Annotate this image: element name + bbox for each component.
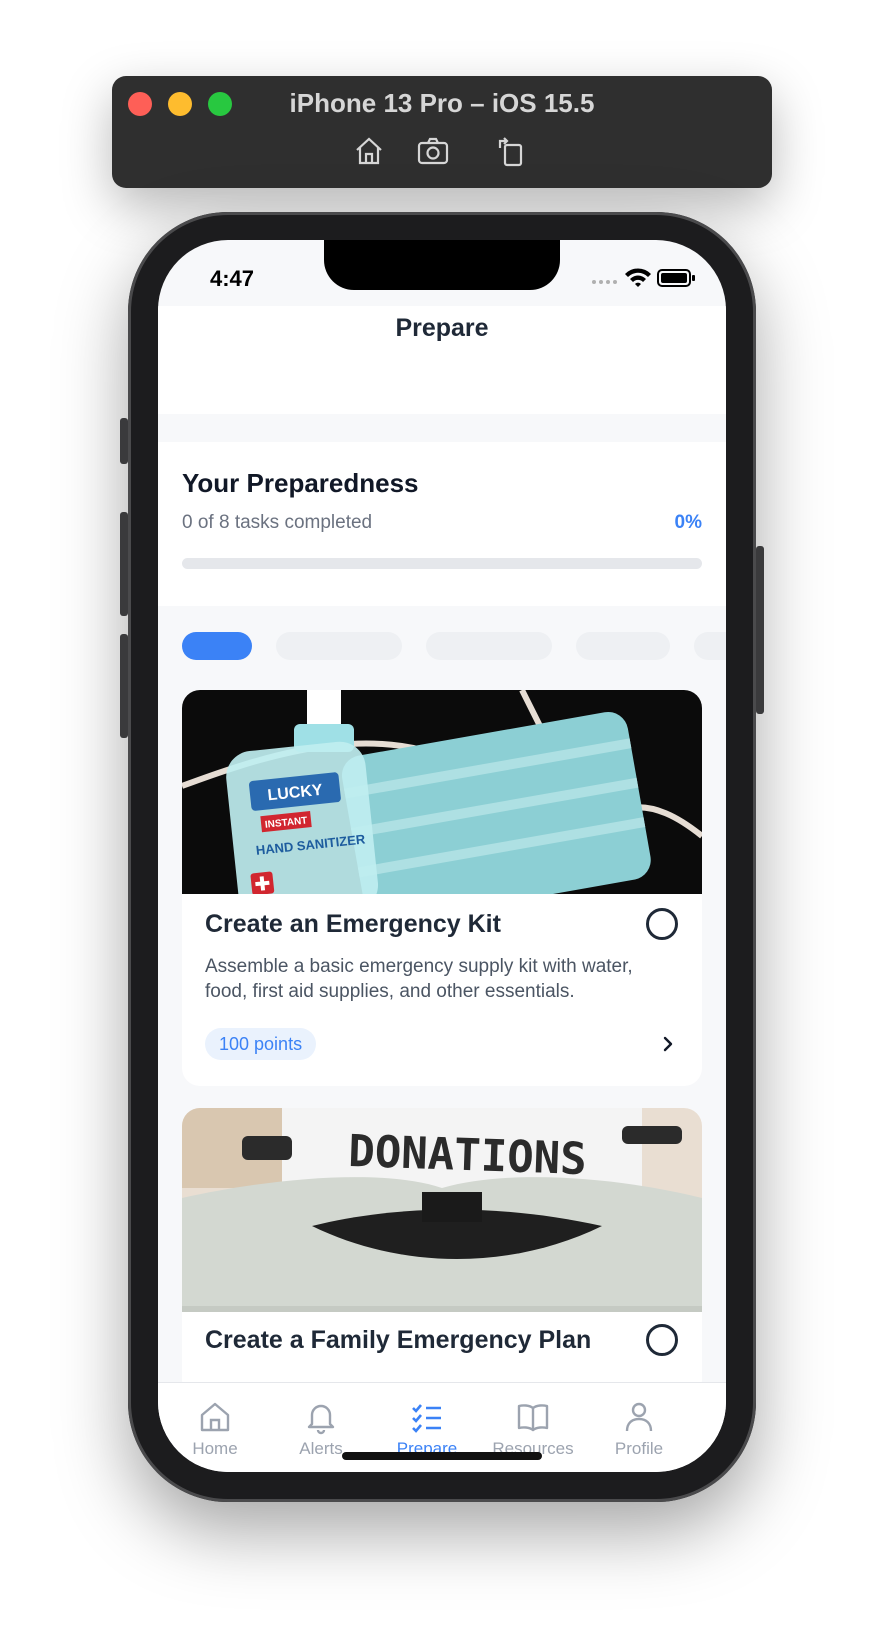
category-filter-chips <box>182 632 726 662</box>
task-complete-checkbox[interactable] <box>646 1324 678 1356</box>
category-chip[interactable] <box>576 632 670 660</box>
home-icon <box>200 1402 230 1432</box>
tab-label: Profile <box>614 1439 664 1458</box>
task-image-hand-sanitizer-and-mask: LUCKY INSTANT HAND SANITIZER <box>182 690 702 894</box>
task-image-typewriter-donations: DONATIONS <box>182 1108 702 1312</box>
category-chip[interactable] <box>276 632 402 660</box>
points-badge: 100 points <box>205 1028 317 1060</box>
book-icon <box>517 1404 549 1432</box>
nav-header: Prepare <box>158 306 726 414</box>
status-time: 4:47 <box>210 266 255 291</box>
preparedness-progress-bar <box>182 558 702 569</box>
tasks-completed-text: 0 of 8 tasks completed <box>182 512 373 533</box>
task-title: Create an Emergency Kit <box>205 910 501 938</box>
notch <box>324 240 560 290</box>
wifi-icon <box>625 268 651 287</box>
tab-label: Home <box>192 1439 238 1458</box>
cellular-icon <box>592 280 617 284</box>
home-icon[interactable] <box>352 134 386 168</box>
volume-up-button <box>120 512 128 616</box>
preparedness-summary: Your Preparedness 0 of 8 tasks completed… <box>158 442 726 606</box>
category-chip-active[interactable] <box>182 632 252 660</box>
chevron-right-icon[interactable] <box>658 1034 678 1054</box>
tab-prepare[interactable]: Prepare <box>370 1399 484 1459</box>
tab-profile[interactable]: Profile <box>582 1399 696 1459</box>
battery-icon <box>657 269 695 287</box>
task-complete-checkbox[interactable] <box>646 908 678 940</box>
tab-alerts[interactable]: Alerts <box>264 1399 378 1459</box>
task-description: Assemble a basic emergency supply kit wi… <box>205 956 633 1002</box>
mute-switch <box>120 418 128 464</box>
checklist-icon <box>412 1404 441 1433</box>
page-title: Prepare <box>395 314 489 342</box>
preparedness-percent: 0% <box>674 512 702 533</box>
donations-image-text: DONATIONS <box>347 1126 587 1185</box>
phone-screen: 4:47 Prepare Your Preparedness 0 of 8 ta… <box>158 240 726 1472</box>
tab-home[interactable]: Home <box>158 1399 272 1459</box>
person-icon <box>625 1402 653 1432</box>
simulator-title: iPhone 13 Pro – iOS 15.5 <box>289 88 595 118</box>
tab-resources[interactable]: Resources <box>476 1399 590 1459</box>
preparedness-heading: Your Preparedness <box>182 468 419 498</box>
volume-down-button <box>120 634 128 738</box>
category-chip[interactable] <box>426 632 552 660</box>
status-icons <box>588 266 698 288</box>
task-card[interactable]: LUCKY INSTANT HAND SANITIZER Create an E… <box>182 690 702 1086</box>
power-button <box>756 546 764 714</box>
home-indicator <box>342 1452 542 1460</box>
camera-icon[interactable] <box>416 134 450 168</box>
bell-icon <box>307 1404 335 1435</box>
task-title: Create a Family Emergency Plan <box>205 1326 592 1354</box>
task-card[interactable]: DONATIONS Create a Family Emergency Plan <box>182 1108 702 1398</box>
rotate-icon[interactable] <box>494 134 528 168</box>
simulator-toolbar: iPhone 13 Pro – iOS 15.5 <box>112 76 772 188</box>
category-chip[interactable] <box>694 632 726 660</box>
